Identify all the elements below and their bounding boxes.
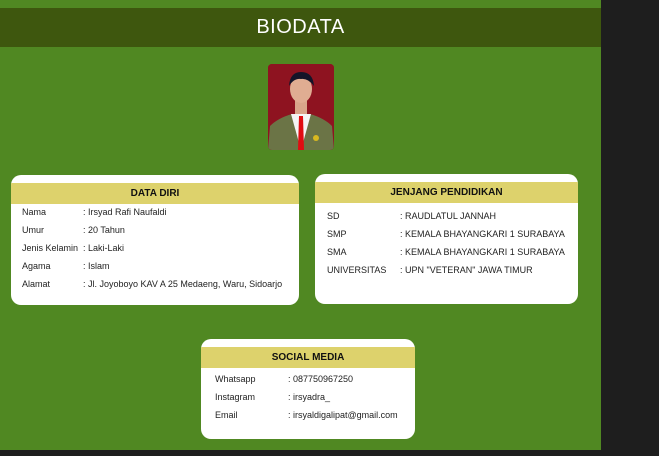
row-value: : KEMALA BHAYANGKARI 1 SURABAYA <box>400 247 565 257</box>
row-value: : Jl. Joyoboyo KAV A 25 Medaeng, Waru, S… <box>83 279 283 289</box>
row-value: : irsyaldigalipat@gmail.com <box>288 410 398 420</box>
data-diri-title: DATA DIRI <box>11 183 299 204</box>
row-label: Alamat <box>22 279 51 289</box>
row-label: Whatsapp <box>215 374 256 384</box>
row-label: Agama <box>22 261 51 271</box>
social-media-card: SOCIAL MEDIA Whatsapp : 087750967250 Inst… <box>201 339 415 439</box>
data-diri-card: DATA DIRI Nama : Irsyad Rafi Naufaldi Umu… <box>11 175 299 305</box>
row-label: Jenis Kelamin <box>22 243 79 253</box>
biodata-canvas: BIODATA DATA DIRI Nama : Irsyad Rafi Nauf… <box>0 0 601 450</box>
profile-photo <box>268 64 334 150</box>
row-value: : KEMALA BHAYANGKARI 1 SURABAYA <box>400 229 565 239</box>
row-label: SMA <box>327 247 347 257</box>
row-label: UNIVERSITAS <box>327 265 387 275</box>
row-label: Instagram <box>215 392 256 402</box>
row-value: : Islam <box>83 261 110 271</box>
row-label: Nama <box>22 207 47 217</box>
page-title: BIODATA <box>0 8 601 47</box>
row-label: Email <box>215 410 238 420</box>
row-label: SD <box>327 211 340 221</box>
row-value: : UPN "VETERAN" JAWA TIMUR <box>400 265 533 275</box>
row-value: : Laki-Laki <box>83 243 125 253</box>
row-value: : Irsyad Rafi Naufaldi <box>83 207 167 217</box>
row-value: : irsyadra_ <box>288 392 331 402</box>
pendidikan-card: JENJANG PENDIDIKAN SD: RAUDLATUL JANNAH … <box>315 174 578 304</box>
row-value: : RAUDLATUL JANNAH <box>400 211 497 221</box>
row-value: : 20 Tahun <box>83 225 125 235</box>
row-value: : 087750967250 <box>288 374 354 384</box>
social-media-title: SOCIAL MEDIA <box>201 347 415 368</box>
pendidikan-title: JENJANG PENDIDIKAN <box>315 182 578 203</box>
row-label: Umur <box>22 225 44 235</box>
row-label: SMP <box>327 229 347 239</box>
